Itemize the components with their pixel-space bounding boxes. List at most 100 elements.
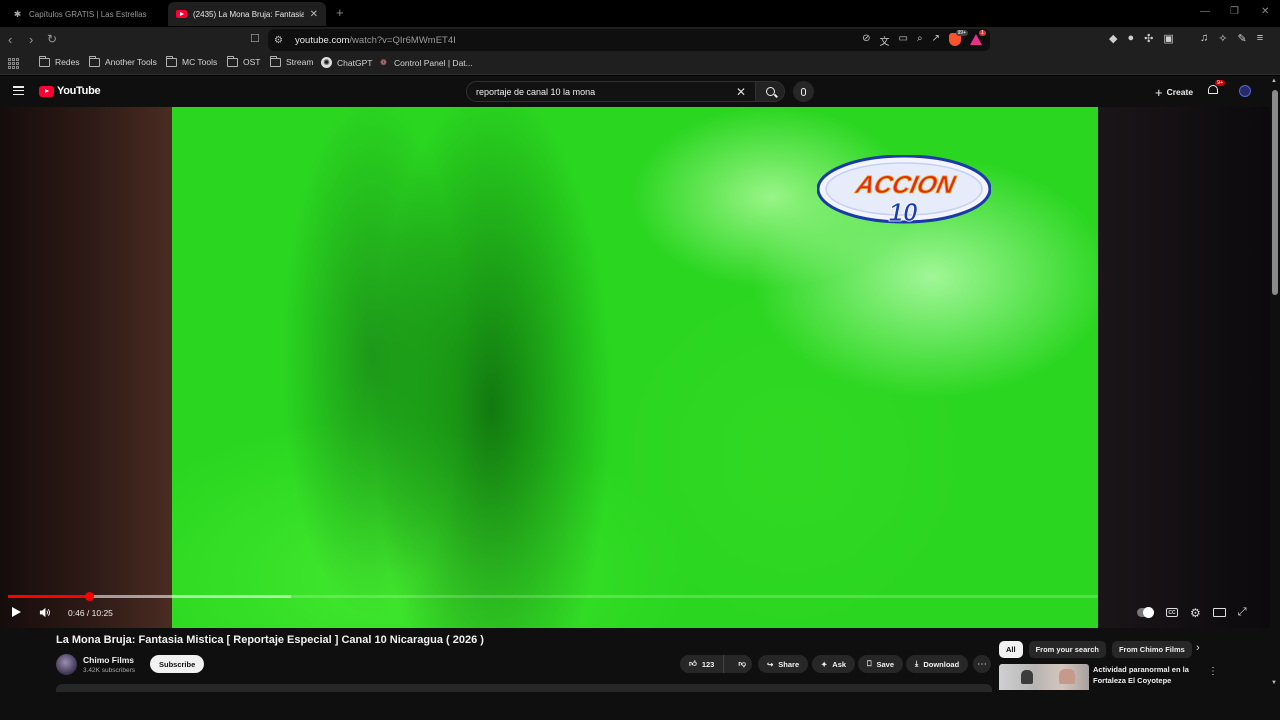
chip-from-channel[interactable]: From Chimo Films [1111, 641, 1192, 658]
site-info-icon[interactable]: ⚙ [274, 35, 290, 46]
close-window-icon[interactable]: ✕ [1261, 6, 1269, 17]
close-tab-icon[interactable]: ✕ [310, 9, 318, 20]
scrollbar-thumb[interactable] [1272, 90, 1278, 295]
fullscreen-icon[interactable]: ⤢ [1238, 606, 1247, 619]
tab-title: Capítulos GRATIS | Las Estrellas [29, 9, 147, 19]
autoplay-toggle[interactable] [1137, 607, 1154, 618]
extensions-group-2: ♫ ✧ ✎ ≡ [1200, 32, 1263, 45]
scroll-up-icon[interactable]: ▲ [1271, 78, 1277, 84]
menu-icon[interactable]: ≡ [1257, 32, 1263, 45]
wallet-icon[interactable]: ◆ [1109, 32, 1117, 45]
sidebar-icon[interactable]: ▣ [1163, 32, 1173, 45]
browser-tab-strip: ✱ Capítulos GRATIS | Las Estrellas (2435… [0, 0, 1280, 27]
tab-las-estrellas[interactable]: ✱ Capítulos GRATIS | Las Estrellas [4, 2, 164, 26]
subtitles-icon[interactable]: CC [1166, 608, 1178, 617]
bookmark-icon: ⎕ [867, 659, 872, 668]
search-button[interactable] [755, 81, 785, 102]
address-bar[interactable]: ⚙ youtube.com/watch?v=QIr6MWmET4I ⊘ 文 ▭ … [268, 29, 990, 51]
bookmark-folder-redes[interactable]: Redes [39, 55, 80, 67]
description-box[interactable] [56, 684, 992, 692]
bookmark-folder-stream[interactable]: Stream [270, 55, 313, 67]
back-icon[interactable]: ‹ [8, 32, 12, 47]
share-page-icon[interactable]: ↗ [932, 33, 940, 48]
recommended-video[interactable]: Actividad paranormal en la Fortaleza El … [999, 664, 1259, 720]
theater-mode-icon[interactable] [1212, 608, 1226, 617]
brave-rewards-icon[interactable]: 1 [970, 30, 986, 45]
channel-avatar[interactable] [56, 654, 77, 675]
apps-grid-icon[interactable] [8, 58, 19, 69]
bookmark-folder-ost[interactable]: OST [227, 55, 260, 67]
bookmark-chatgpt[interactable]: ✺ ChatGPT [321, 57, 372, 68]
tab-youtube[interactable]: (2435) La Mona Bruja: Fantasia M ✕ [168, 2, 326, 26]
cookie-icon[interactable]: ● [1127, 32, 1134, 45]
page-scrollbar[interactable]: ▲ ▼ [1270, 76, 1280, 720]
youtube-play-logo-icon [39, 85, 54, 97]
video-title: La Mona Bruja: Fantasia Mistica [ Report… [56, 634, 484, 646]
scrubber-handle[interactable] [84, 592, 94, 601]
notifications-button[interactable]: 9+ [1208, 80, 1226, 97]
brave-shield-icon[interactable]: 99+ [949, 30, 968, 46]
more-actions-icon[interactable]: ⋯ [973, 655, 991, 673]
search-icon [765, 87, 775, 96]
chatgpt-icon: ✺ [321, 57, 332, 68]
create-button[interactable]: + Create [1150, 83, 1198, 101]
subscriber-count: 3.42K subscribers [83, 667, 136, 674]
chevron-right-icon[interactable]: › [1196, 642, 1200, 654]
ask-button[interactable]: ✦ Ask [812, 655, 856, 673]
save-button[interactable]: ⎕ Save [858, 655, 904, 673]
play-icon[interactable] [12, 607, 21, 617]
guide-menu-icon[interactable] [13, 86, 24, 95]
subscribe-button[interactable]: Subscribe [150, 655, 205, 673]
folder-icon [227, 55, 238, 67]
minimize-icon[interactable]: — [1200, 6, 1210, 17]
pen-icon[interactable]: ✎ [1237, 32, 1246, 45]
recommended-title[interactable]: Actividad paranormal en la Fortaleza El … [1093, 664, 1201, 686]
chip-all[interactable]: All [999, 641, 1023, 658]
thumbs-up-icon: 👍︎ [689, 659, 697, 668]
recommended-thumbnail[interactable] [999, 664, 1089, 690]
chip-from-your-search[interactable]: From your search [1028, 641, 1106, 658]
youtube-logo[interactable]: YouTube [39, 85, 101, 97]
settings-gear-icon[interactable]: ⚙ [1190, 607, 1201, 619]
bookmark-folder-mc-tools[interactable]: MC Tools [166, 55, 217, 67]
cast-icon[interactable]: ▭ [899, 33, 908, 48]
restore-icon[interactable]: ❐ [1230, 6, 1239, 17]
account-avatar[interactable] [1239, 85, 1251, 97]
channel-name[interactable]: Chimo Films [83, 655, 134, 665]
leo-ai-icon[interactable]: ✧ [1218, 32, 1227, 45]
accion-10-channel-logo: ACCION 10 [817, 155, 991, 227]
voice-search-button[interactable] [793, 81, 814, 102]
music-icon[interactable]: ♫ [1200, 32, 1208, 45]
tracking-off-icon[interactable]: ⊘ [862, 33, 870, 48]
bookmark-control-panel[interactable]: ❁ Control Panel | Dat... [378, 57, 473, 68]
youtube-favicon-icon [176, 9, 187, 20]
zoom-icon[interactable]: ⌕ [917, 33, 923, 48]
las-estrellas-favicon-icon: ✱ [13, 8, 22, 19]
share-icon: ↪ [767, 659, 774, 669]
kebab-menu-icon[interactable]: ⋮ [1208, 666, 1218, 677]
dislike-button[interactable]: 👎︎ [729, 659, 755, 669]
download-button[interactable]: ⤓ Download [906, 655, 969, 673]
translate-icon[interactable]: 文 [880, 33, 890, 48]
clear-search-icon[interactable]: ✕ [736, 85, 746, 99]
new-tab-icon[interactable]: + [336, 5, 344, 20]
address-bar-actions: ⊘ 文 ▭ ⌕ ↗ 99+ 1 [862, 30, 986, 48]
tab-title: (2435) La Mona Bruja: Fantasia M [193, 9, 304, 19]
video-player[interactable]: ACCION 10 0:46 / 10:25 CC ⚙ ⤢ [0, 107, 1270, 628]
like-button[interactable]: 👍︎ 123 [680, 655, 725, 673]
forward-icon[interactable]: › [29, 32, 33, 47]
video-frame[interactable]: ACCION 10 [172, 107, 1098, 628]
ambient-glow-right [1098, 107, 1270, 628]
scroll-down-icon[interactable]: ▼ [1271, 680, 1277, 686]
bookmark-folder-another-tools[interactable]: Another Tools [89, 55, 157, 67]
volume-icon[interactable] [39, 607, 50, 618]
progress-bar[interactable] [8, 592, 1098, 601]
extensions-icon[interactable]: ✣ [1144, 32, 1153, 45]
share-button[interactable]: ↪ Share [758, 655, 809, 673]
browser-toolbar: ‹ › ↻ ⚙ youtube.com/watch?v=QIr6MWmET4I … [0, 27, 1280, 53]
search-input[interactable] [476, 86, 736, 97]
reload-icon[interactable]: ↻ [47, 32, 57, 46]
bell-icon [1208, 85, 1218, 94]
bookmark-page-icon[interactable]: ☐ [250, 32, 260, 45]
control-panel-icon: ❁ [380, 58, 387, 67]
